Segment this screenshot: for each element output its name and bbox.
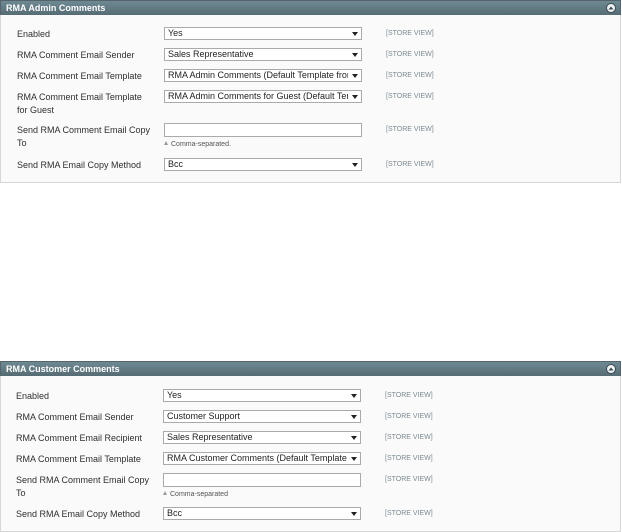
copy-to-input[interactable] (163, 473, 361, 487)
select-value: RMA Customer Comments (Default Template … (167, 453, 347, 463)
select-value: Sales Representative (167, 432, 253, 442)
chevron-down-icon (351, 415, 357, 419)
select-value: Bcc (168, 159, 184, 169)
select-value: Bcc (167, 508, 183, 518)
chevron-down-icon (352, 163, 358, 167)
copy-to-hint: Comma-separated. (164, 140, 231, 149)
sender-select[interactable]: Sales Representative (164, 48, 362, 61)
recipient-label: RMA Comment Email Recipient (16, 433, 143, 443)
copy-to-hint: Comma-separated (163, 490, 228, 499)
copy-to-label: Send RMA Comment Email Copy To (17, 125, 151, 148)
enabled-select[interactable]: Yes (163, 389, 361, 402)
sender-label: RMA Comment Email Sender (16, 412, 134, 422)
collapse-up-icon[interactable] (606, 364, 616, 374)
recipient-select[interactable]: Sales Representative (163, 431, 361, 444)
copy-method-label: Send RMA Email Copy Method (16, 509, 141, 519)
scope-label: [STORE VIEW] (385, 434, 433, 441)
guest-template-select[interactable]: RMA Admin Comments for Guest (Default Te… (164, 90, 362, 103)
enabled-select[interactable]: Yes (164, 27, 362, 40)
chevron-down-icon (352, 32, 358, 36)
chevron-down-icon (351, 512, 357, 516)
copy-method-select[interactable]: Bcc (164, 158, 362, 171)
select-value: Yes (168, 28, 183, 38)
scope-label: [STORE VIEW] (386, 93, 434, 100)
copy-method-select[interactable]: Bcc (163, 507, 361, 520)
scope-label: [STORE VIEW] (385, 392, 433, 399)
select-value: RMA Admin Comments (Default Template fro… (168, 70, 348, 80)
guest-template-label: RMA Comment Email Template for Guest (17, 92, 142, 115)
template-label: RMA Comment Email Template (17, 71, 142, 81)
hint-triangle-icon (163, 491, 167, 495)
scope-label: [STORE VIEW] (385, 413, 433, 420)
chevron-down-icon (352, 53, 358, 57)
hint-triangle-icon (164, 141, 168, 145)
chevron-down-icon (351, 436, 357, 440)
chevron-down-icon (352, 95, 358, 99)
sender-select[interactable]: Customer Support (163, 410, 361, 423)
section-title: RMA Admin Comments (6, 3, 106, 13)
template-select[interactable]: RMA Customer Comments (Default Template … (163, 452, 361, 465)
enabled-label: Enabled (16, 391, 50, 401)
scope-label: [STORE VIEW] (385, 476, 433, 483)
copy-to-input[interactable] (164, 123, 362, 137)
section-title: RMA Customer Comments (6, 364, 120, 374)
hint-text: Comma-separated. (171, 141, 231, 148)
template-label: RMA Comment Email Template (16, 454, 141, 464)
select-value: Yes (167, 390, 182, 400)
chevron-down-icon (351, 457, 357, 461)
select-value: Sales Representative (168, 49, 254, 59)
rma-customer-comments-section: RMA Customer Comments Enabled Yes [STORE… (0, 361, 621, 532)
chevron-down-icon (351, 394, 357, 398)
scope-label: [STORE VIEW] (386, 30, 434, 37)
scope-label: [STORE VIEW] (386, 126, 434, 133)
section-header-admin[interactable]: RMA Admin Comments (0, 0, 621, 15)
enabled-label: Enabled (17, 29, 51, 39)
collapse-up-icon[interactable] (606, 3, 616, 13)
template-select[interactable]: RMA Admin Comments (Default Template fro… (164, 69, 362, 82)
select-value: RMA Admin Comments for Guest (Default Te… (168, 91, 348, 101)
chevron-down-icon (352, 74, 358, 78)
rma-admin-comments-section: RMA Admin Comments Enabled Yes [STORE VI… (0, 0, 621, 183)
section-body-admin: Enabled Yes [STORE VIEW] RMA Comment Ema… (0, 15, 621, 183)
section-body-customer: Enabled Yes [STORE VIEW] RMA Comment Ema… (0, 376, 621, 532)
scope-label: [STORE VIEW] (386, 161, 434, 168)
copy-to-label: Send RMA Comment Email Copy To (16, 475, 150, 498)
hint-text: Comma-separated (170, 491, 228, 498)
sender-label: RMA Comment Email Sender (17, 50, 135, 60)
copy-method-label: Send RMA Email Copy Method (17, 160, 142, 170)
section-header-customer[interactable]: RMA Customer Comments (0, 361, 621, 376)
select-value: Customer Support (167, 411, 241, 421)
scope-label: [STORE VIEW] (386, 51, 434, 58)
scope-label: [STORE VIEW] (386, 72, 434, 79)
scope-label: [STORE VIEW] (385, 455, 433, 462)
scope-label: [STORE VIEW] (385, 510, 433, 517)
